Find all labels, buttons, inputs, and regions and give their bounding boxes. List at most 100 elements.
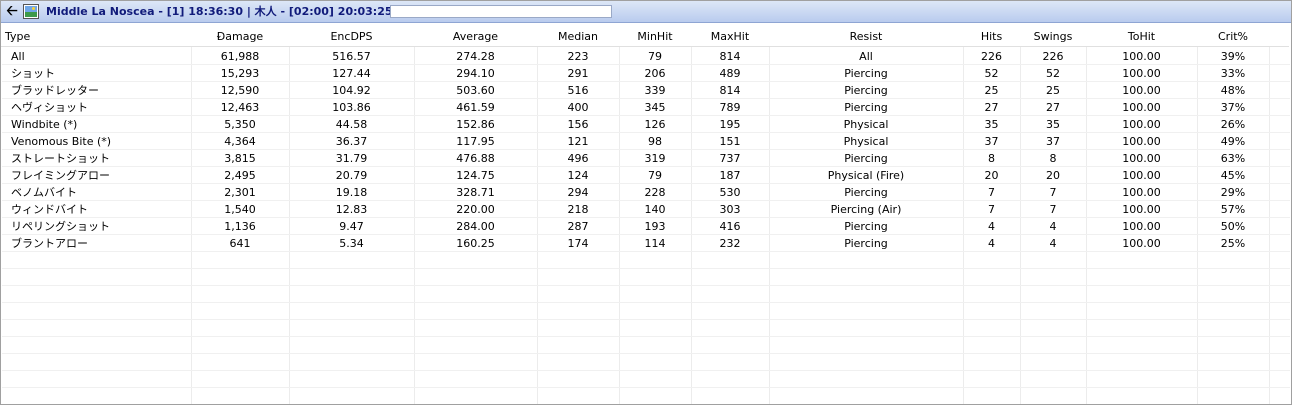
cell-damage: 3,815 xyxy=(224,152,256,165)
cell-tohit: 100.00 xyxy=(1122,135,1161,148)
cell-maxhit: 232 xyxy=(719,237,741,250)
column-header-encdps[interactable]: EncDPS xyxy=(289,27,414,46)
cell-swings: 7 xyxy=(1049,203,1057,216)
column-header-maxhit[interactable]: MaxHit xyxy=(691,27,769,46)
cell-crit: 29% xyxy=(1220,186,1246,199)
image-icon[interactable] xyxy=(23,4,39,19)
cell-maxhit: 789 xyxy=(719,101,741,114)
window-title: Middle La Noscea - [1] 18:36:30 | 木人 - [… xyxy=(46,5,401,18)
cell-swings: 52 xyxy=(1046,67,1060,80)
cell-median: 291 xyxy=(567,67,589,80)
cell-average: 152.86 xyxy=(456,118,495,131)
cell-type: All xyxy=(11,50,25,63)
cell-median: 294 xyxy=(567,186,589,199)
cell-swings: 25 xyxy=(1046,84,1060,97)
title-input-field[interactable] xyxy=(390,5,612,18)
cell-resist: Piercing xyxy=(844,101,888,114)
column-header-average[interactable]: Average xyxy=(414,27,537,46)
cell-minhit: 140 xyxy=(644,203,666,216)
table-row[interactable]: ヘヴィショット 12,463 103.86 461.59 400 345 789 Pierci… xyxy=(1,99,1289,116)
cell-encdps: 104.92 xyxy=(332,84,371,97)
cell-maxhit: 737 xyxy=(719,152,741,165)
cell-crit: 37% xyxy=(1220,101,1246,114)
cell-encdps: 5.34 xyxy=(339,237,364,250)
table-row[interactable]: ブラッドレッター 12,590 104.92 503.60 516 339 814 Pierc… xyxy=(1,82,1289,99)
cell-average: 294.10 xyxy=(456,67,495,80)
cell-crit: 49% xyxy=(1220,135,1246,148)
row-divider xyxy=(2,302,1290,303)
cell-crit: 50% xyxy=(1220,220,1246,233)
cell-hits: 37 xyxy=(984,135,999,148)
column-header-minhit[interactable]: MinHit xyxy=(619,27,691,46)
row-divider xyxy=(2,404,1290,405)
table-header: Type ⌄ Damage EncDPS Average Median MinHit MaxH… xyxy=(1,27,1289,47)
cell-damage: 2,495 xyxy=(224,169,256,182)
cell-minhit: 79 xyxy=(648,50,662,63)
cell-swings: 27 xyxy=(1046,101,1060,114)
cell-tohit: 100.00 xyxy=(1122,67,1161,80)
cell-hits: 35 xyxy=(984,118,999,131)
cell-average: 220.00 xyxy=(456,203,495,216)
column-header-swings[interactable]: Swings xyxy=(1020,27,1086,46)
cell-crit: 25% xyxy=(1220,237,1246,250)
cell-median: 496 xyxy=(567,152,589,165)
column-header-label: ToHit xyxy=(1127,30,1156,43)
cell-swings: 4 xyxy=(1049,220,1057,233)
table-row[interactable]: All 61,988 516.57 274.28 223 79 814 All 226 226 10… xyxy=(1,48,1289,65)
column-header-label: Swings xyxy=(1033,30,1073,43)
cell-hits: 7 xyxy=(988,203,995,216)
cell-median: 121 xyxy=(567,135,589,148)
table-row[interactable]: ストレートショット 3,815 31.79 476.88 496 319 737 Pierci… xyxy=(1,150,1289,167)
column-header-median[interactable]: Median xyxy=(537,27,619,46)
row-divider xyxy=(2,166,1290,167)
column-header-type[interactable]: Type xyxy=(1,27,191,46)
row-divider xyxy=(2,353,1290,354)
cell-average: 328.71 xyxy=(456,186,495,199)
cell-swings: 35 xyxy=(1046,118,1060,131)
cell-maxhit: 814 xyxy=(719,50,741,63)
column-header-tohit[interactable]: ToHit xyxy=(1086,27,1197,46)
table-row[interactable]: リペリングショット 1,136 9.47 284.00 287 193 416 Piercin… xyxy=(1,218,1289,235)
row-divider xyxy=(2,370,1290,371)
table-row[interactable]: ブラントアロー 641 5.34 160.25 174 114 232 Piercing 4 4 1… xyxy=(1,235,1289,252)
cell-type: リペリングショット xyxy=(11,220,110,233)
table-row[interactable]: フレイミングアロー 2,495 20.79 124.75 124 79 187 Physica… xyxy=(1,167,1289,184)
table-row[interactable]: ウィンドバイト 1,540 12.83 220.00 218 140 303 Piercing… xyxy=(1,201,1289,218)
column-header-label: MinHit xyxy=(637,30,673,43)
column-header-resist[interactable]: Resist xyxy=(769,27,963,46)
cell-average: 160.25 xyxy=(456,237,495,250)
row-divider xyxy=(2,268,1290,269)
cell-minhit: 345 xyxy=(644,101,666,114)
column-header-label: Resist xyxy=(849,30,883,43)
cell-minhit: 114 xyxy=(644,237,666,250)
cell-average: 284.00 xyxy=(456,220,495,233)
row-divider xyxy=(2,115,1290,116)
cell-type: フレイミングアロー xyxy=(11,169,110,182)
cell-minhit: 319 xyxy=(644,152,666,165)
cell-encdps: 20.79 xyxy=(335,169,368,182)
row-divider xyxy=(2,285,1290,286)
cell-hits: 20 xyxy=(984,169,999,182)
table-row[interactable]: ベノムバイト 2,301 19.18 328.71 294 228 530 Piercing 7… xyxy=(1,184,1289,201)
column-header-crit[interactable]: Crit% xyxy=(1197,27,1269,46)
cell-median: 400 xyxy=(567,101,589,114)
cell-damage: 12,590 xyxy=(220,84,260,97)
cell-minhit: 228 xyxy=(644,186,666,199)
column-header-damage[interactable]: ⌄ Damage xyxy=(191,27,289,46)
cell-tohit: 100.00 xyxy=(1122,84,1161,97)
cell-resist: Physical xyxy=(843,135,889,148)
table-row[interactable]: Windbite (*) 5,350 44.58 152.86 156 126 195 Phy… xyxy=(1,116,1289,133)
cell-resist: Piercing xyxy=(844,84,888,97)
column-header-hits[interactable]: Hits xyxy=(963,27,1020,46)
cell-resist: Piercing xyxy=(844,67,888,80)
cell-swings: 4 xyxy=(1049,237,1057,250)
cell-minhit: 126 xyxy=(644,118,666,131)
cell-hits: 226 xyxy=(981,50,1002,63)
table-row[interactable]: Venomous Bite (*) 4,364 36.37 117.95 121 98 15… xyxy=(1,133,1289,150)
column-header-label: Average xyxy=(452,30,499,43)
table-row[interactable]: ショット 15,293 127.44 294.10 291 206 489 Piercing 5… xyxy=(1,65,1289,82)
cell-tohit: 100.00 xyxy=(1122,101,1161,114)
cell-average: 124.75 xyxy=(456,169,495,182)
cell-damage: 5,350 xyxy=(224,118,256,131)
back-arrow-icon[interactable]: 🡠 xyxy=(4,4,20,19)
